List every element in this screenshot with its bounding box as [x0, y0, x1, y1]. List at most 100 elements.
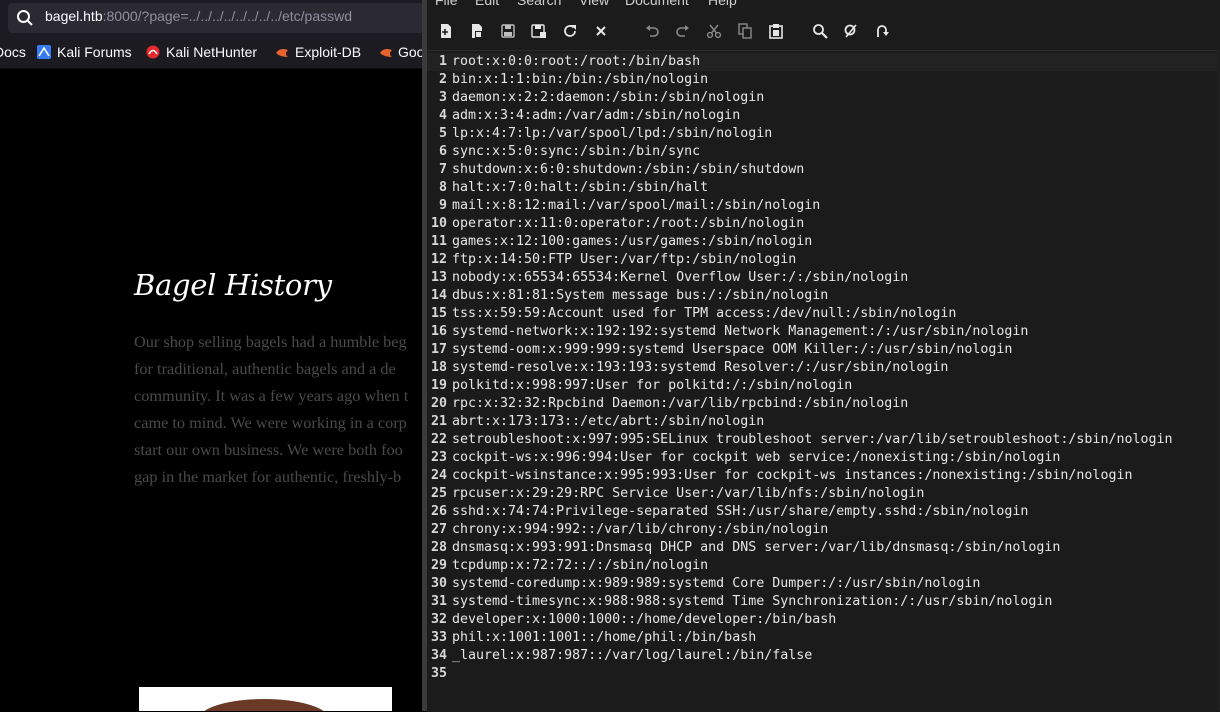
- bookmark-kali-nethunter[interactable]: Kali NetHunter: [166, 44, 257, 60]
- menu-search[interactable]: Search: [517, 0, 561, 8]
- line-number: 26: [430, 504, 447, 519]
- line-text: mail:x:8:12:mail:/var/spool/mail:/sbin/n…: [452, 198, 821, 213]
- text-line[interactable]: 11 games:x:12:100:games:/usr/games:/sbin/…: [427, 233, 812, 251]
- text-line[interactable]: 4 adm:x:3:4:adm:/var/adm:/sbin/nologin: [427, 107, 740, 125]
- text-line[interactable]: 34 _laurel:x:987:987::/var/log/laurel:/bi…: [427, 647, 812, 665]
- bookmarks-toolbar: Docs Kali Forums Kali NetHunter Exploit-…: [0, 36, 422, 69]
- line-number: 2: [438, 72, 447, 87]
- line-text: systemd-timesync:x:988:988:systemd Time …: [452, 594, 1053, 609]
- find-icon[interactable]: [809, 20, 831, 42]
- text-line[interactable]: 32 developer:x:1000:1000::/home/developer…: [427, 611, 836, 629]
- line-number: 6: [438, 144, 447, 159]
- text-line[interactable]: 21 abrt:x:173:173::/etc/abrt:/sbin/nologi…: [427, 413, 764, 431]
- text-line[interactable]: 24 cockpit-wsinstance:x:995:993:User for …: [427, 467, 1132, 485]
- bookmark-exploit-db[interactable]: Exploit-DB: [295, 44, 361, 60]
- new-file-icon[interactable]: [435, 20, 457, 42]
- line-text: dbus:x:81:81:System message bus:/:/sbin/…: [452, 288, 829, 303]
- line-text: dnsmasq:x:993:991:Dnsmasq DHCP and DNS s…: [452, 540, 1061, 555]
- line-text: sshd:x:74:74:Privilege-separated SSH:/us…: [452, 504, 1029, 519]
- text-line[interactable]: 16 systemd-network:x:192:192:systemd Netw…: [427, 323, 1028, 341]
- menu-help[interactable]: Help: [708, 0, 737, 8]
- line-number: 27: [430, 522, 447, 537]
- line-text: [447, 666, 452, 681]
- story-line: came to mind. We were working in a corp: [134, 413, 407, 432]
- bookmark-docs[interactable]: Docs: [0, 44, 26, 60]
- text-line[interactable]: 14 dbus:x:81:81:System message bus:/:/sbi…: [427, 287, 828, 305]
- line-text: lp:x:4:7:lp:/var/spool/lpd:/sbin/nologin: [452, 126, 773, 141]
- line-text: tss:x:59:59:Account used for TPM access:…: [452, 306, 957, 321]
- line-number: 3: [438, 90, 447, 105]
- paste-icon[interactable]: [765, 20, 787, 42]
- url-text[interactable]: bagel.htb:8000/?page=../../../../../../.…: [45, 8, 352, 24]
- text-line[interactable]: 7 shutdown:x:6:0:shutdown:/sbin:/sbin/shu…: [427, 161, 804, 179]
- text-line[interactable]: 6 sync:x:5:0:sync:/sbin:/bin/sync: [427, 143, 700, 161]
- menu-edit[interactable]: Edit: [475, 0, 499, 8]
- text-line[interactable]: 30 systemd-coredump:x:989:989:systemd Cor…: [427, 575, 980, 593]
- copy-icon[interactable]: [734, 20, 756, 42]
- line-text: setroubleshoot:x:997:995:SELinux trouble…: [452, 432, 1173, 447]
- text-line[interactable]: 5 lp:x:4:7:lp:/var/spool/lpd:/sbin/nologi…: [427, 125, 772, 143]
- line-number: 10: [430, 216, 447, 231]
- redo-icon[interactable]: [672, 20, 694, 42]
- save-icon[interactable]: [497, 20, 519, 42]
- text-area[interactable]: 1 root:x:0:0:root:/root:/bin/bash 2 bin:x:1…: [427, 50, 1220, 712]
- line-text: phil:x:1001:1001::/home/phil:/bin/bash: [452, 630, 757, 645]
- line-text: games:x:12:100:games:/usr/games:/sbin/no…: [452, 234, 813, 249]
- line-number: 22: [430, 432, 447, 447]
- line-number: 30: [430, 576, 447, 591]
- menu-document[interactable]: Document: [625, 0, 689, 8]
- line-text: sync:x:5:0:sync:/sbin:/bin/sync: [452, 144, 701, 159]
- text-line[interactable]: 29 tcpdump:x:72:72::/:/sbin/nologin: [427, 557, 708, 575]
- url-bar: bagel.htb:8000/?page=../../../../../../.…: [0, 0, 422, 36]
- line-text: bin:x:1:1:bin:/bin:/sbin/nologin: [452, 72, 709, 87]
- text-line[interactable]: 25 rpcuser:x:29:29:RPC Service User:/var/…: [427, 485, 924, 503]
- line-number: 15: [430, 306, 447, 321]
- text-line[interactable]: 12 ftp:x:14:50:FTP User:/var/ftp:/sbin/no…: [427, 251, 796, 269]
- line-number: 8: [438, 180, 447, 195]
- line-number: 20: [430, 396, 447, 411]
- text-line[interactable]: 18 systemd-resolve:x:193:193:systemd Reso…: [427, 359, 948, 377]
- new-window-icon[interactable]: [466, 20, 488, 42]
- menu-file[interactable]: File: [435, 0, 458, 8]
- text-line[interactable]: 17 systemd-oom:x:999:999:systemd Userspac…: [427, 341, 1012, 359]
- line-number: 16: [430, 324, 447, 339]
- text-line[interactable]: 19 polkitd:x:998:997:User for polkitd:/:/…: [427, 377, 852, 395]
- text-line[interactable]: 8 halt:x:7:0:halt:/sbin:/sbin/halt: [427, 179, 708, 197]
- text-line[interactable]: 13 nobody:x:65534:65534:Kernel Overflow U…: [427, 269, 908, 287]
- text-line[interactable]: 26 sshd:x:74:74:Privilege-separated SSH:/…: [427, 503, 1028, 521]
- find-replace-icon[interactable]: [840, 20, 862, 42]
- text-line[interactable]: 31 systemd-timesync:x:988:988:systemd Tim…: [427, 593, 1052, 611]
- text-line[interactable]: 10 operator:x:11:0:operator:/root:/sbin/n…: [427, 215, 804, 233]
- text-line[interactable]: 20 rpc:x:32:32:Rpcbind Daemon:/var/lib/rp…: [427, 395, 908, 413]
- kali-forums-icon: [37, 45, 51, 59]
- text-line[interactable]: 23 cockpit-ws:x:996:994:User for cockpit …: [427, 449, 1060, 467]
- text-line[interactable]: 1 root:x:0:0:root:/root:/bin/bash: [427, 53, 1220, 71]
- menu-view[interactable]: View: [579, 0, 609, 8]
- browser-window: bagel.htb:8000/?page=../../../../../../.…: [0, 0, 422, 711]
- line-number: 17: [430, 342, 447, 357]
- line-number: 7: [438, 162, 447, 177]
- line-text: systemd-resolve:x:193:193:systemd Resolv…: [452, 360, 949, 375]
- line-number: 23: [430, 450, 447, 465]
- text-line[interactable]: 22 setroubleshoot:x:997:995:SELinux troub…: [427, 431, 1173, 449]
- text-line[interactable]: 15 tss:x:59:59:Account used for TPM acces…: [427, 305, 956, 323]
- text-line[interactable]: 2 bin:x:1:1:bin:/bin:/sbin/nologin: [427, 71, 708, 89]
- save-as-icon[interactable]: [528, 20, 550, 42]
- text-line[interactable]: 27 chrony:x:994:992::/var/lib/chrony:/sbi…: [427, 521, 828, 539]
- line-text: root:x:0:0:root:/root:/bin/bash: [452, 54, 701, 69]
- bookmark-kali-forums[interactable]: Kali Forums: [57, 44, 132, 60]
- text-line[interactable]: 28 dnsmasq:x:993:991:Dnsmasq DHCP and DNS…: [427, 539, 1060, 557]
- text-line[interactable]: 3 daemon:x:2:2:daemon:/sbin:/sbin/nologin: [427, 89, 764, 107]
- close-icon[interactable]: [590, 20, 612, 42]
- text-line[interactable]: 35: [427, 665, 452, 683]
- undo-icon[interactable]: [641, 20, 663, 42]
- editor-toolbar: [427, 14, 1220, 48]
- bookmark-google[interactable]: Goo: [398, 44, 422, 60]
- line-number: 19: [430, 378, 447, 393]
- text-line[interactable]: 9 mail:x:8:12:mail:/var/spool/mail:/sbin/…: [427, 197, 820, 215]
- text-line[interactable]: 33 phil:x:1001:1001::/home/phil:/bin/bash: [427, 629, 756, 647]
- cut-icon[interactable]: [703, 20, 725, 42]
- goto-icon[interactable]: [871, 20, 893, 42]
- reload-icon[interactable]: [559, 20, 581, 42]
- line-number: 29: [430, 558, 447, 573]
